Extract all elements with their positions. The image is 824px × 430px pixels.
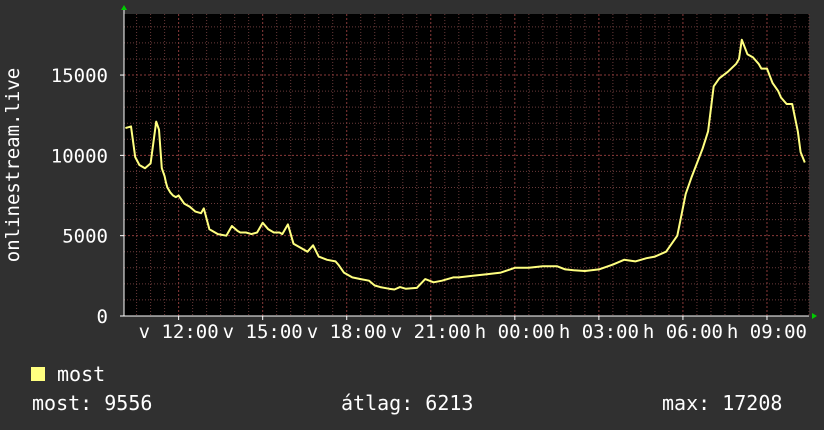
stat-average-value: 6213 <box>425 391 474 415</box>
x-tick-label: v 18:00 <box>307 321 387 340</box>
y-tick-label: 10000 <box>51 145 108 167</box>
y-tick-label: 0 <box>97 306 108 328</box>
y-tick-label: 15000 <box>51 65 108 87</box>
stat-max-value: 17208 <box>722 391 783 415</box>
chart: 0 5000 10000 15000 v 12:00 v 15:00 v 18:00 v 2… <box>2 5 817 340</box>
x-tick-label: h 00:00 <box>475 321 555 340</box>
legend-swatch <box>31 367 45 381</box>
stat-current-label: most: <box>32 391 93 415</box>
legend-label: most <box>57 362 106 386</box>
stats-row: most: 9556 átlag: 6213 max: 17208 <box>0 391 824 415</box>
y-tick-label: 5000 <box>62 226 108 248</box>
x-tick-label: v 21:00 <box>391 321 471 340</box>
stat-max-label: max: <box>662 391 711 415</box>
x-tick-labels: v 12:00 v 15:00 v 18:00 v 21:00 h 00:00 h 03:… <box>139 321 807 340</box>
x-tick-label: v 15:00 <box>223 321 303 340</box>
stat-average: átlag: 6213 <box>341 391 473 415</box>
x-tick-label: h 09:00 <box>727 321 807 340</box>
stat-current-value: 9556 <box>104 391 153 415</box>
y-tick-labels: 0 5000 10000 15000 <box>51 65 108 328</box>
x-tick-label: v 12:00 <box>139 321 219 340</box>
y-axis-arrow-icon <box>121 5 127 10</box>
x-tick-label: h 06:00 <box>643 321 723 340</box>
x-axis-arrow-icon <box>812 313 817 319</box>
stat-current: most: 9556 <box>32 391 152 415</box>
stat-max: max: 17208 <box>662 391 782 415</box>
y-axis-label: onlinestream.live <box>2 68 24 262</box>
stat-average-label: átlag: <box>341 391 414 415</box>
x-tick-label: h 03:00 <box>559 321 639 340</box>
legend: most <box>31 362 105 386</box>
